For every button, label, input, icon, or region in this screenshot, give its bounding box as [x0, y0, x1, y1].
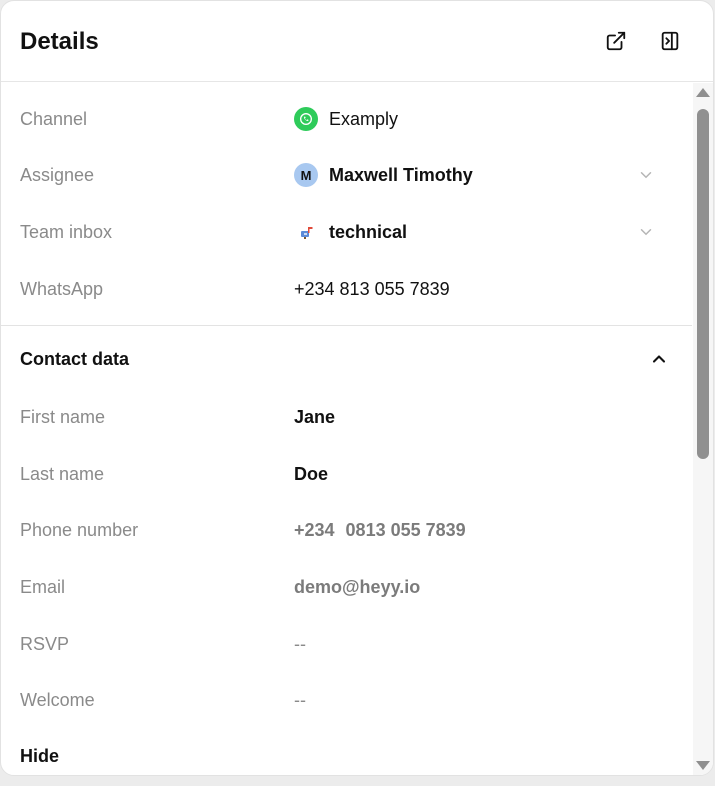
details-scroll-area[interactable]: Channel Exampl​y Assignee M Maxwell Timo… [1, 83, 692, 775]
channel-label: Channel [20, 109, 88, 129]
scrollbar[interactable] [693, 83, 713, 775]
section-divider [1, 325, 692, 326]
welcome-row[interactable]: Welcome -- [1, 685, 692, 715]
welcome-value[interactable]: -- [294, 685, 306, 715]
collapse-panel-button[interactable] [658, 29, 682, 53]
first-name-row[interactable]: First name Jane [1, 402, 692, 432]
channel-row: Channel Exampl​y [1, 104, 692, 134]
panel-collapse-icon [661, 31, 679, 51]
phone-value[interactable]: +234 0813 055 7839 [294, 515, 466, 545]
welcome-label: Welcome [20, 690, 95, 710]
whatsapp-number: +234 813 055 7839 [294, 278, 450, 299]
team-inbox-name: technical [329, 221, 408, 242]
phone-number[interactable]: 0813 055 7839 [346, 520, 466, 541]
assignee-value[interactable]: M Maxwell Timothy [294, 160, 473, 190]
phone-country-code[interactable]: +234 [294, 520, 335, 541]
whatsapp-icon [294, 107, 318, 131]
avatar: M [294, 163, 318, 187]
external-link-icon [606, 31, 626, 51]
panel-header: Details [1, 1, 713, 82]
phone-label: Phone number [20, 520, 139, 540]
rsvp-label: RSVP [20, 634, 70, 654]
details-panel: Details Channel [0, 0, 714, 776]
channel-name: Exampl​y [329, 108, 399, 129]
rsvp-value[interactable]: -- [294, 629, 306, 659]
first-name-value[interactable]: Jane [294, 402, 335, 432]
team-inbox-label: Team inbox [20, 222, 113, 242]
phone-row[interactable]: Phone number +234 0813 055 7839 [1, 515, 692, 545]
email-label: Email [20, 577, 66, 597]
hide-button[interactable]: Hide [20, 746, 59, 767]
assignee-name: Maxwell Timothy [329, 164, 473, 185]
rsvp-row[interactable]: RSVP -- [1, 629, 692, 659]
first-name-label: First name [20, 407, 106, 427]
whatsapp-row: WhatsApp +234 813 055 7839 [1, 274, 692, 304]
chevron-up-icon[interactable] [649, 349, 669, 369]
email-row[interactable]: Email demo@heyy.io [1, 572, 692, 602]
team-inbox-row[interactable]: Team inbox technical [1, 217, 692, 247]
whatsapp-label: WhatsApp [20, 279, 104, 299]
last-name-label: Last name [20, 464, 105, 484]
last-name-row[interactable]: Last name Doe [1, 459, 692, 489]
mailbox-icon [294, 220, 318, 244]
email-value[interactable]: demo@heyy.io [294, 572, 420, 602]
scrollbar-thumb[interactable] [697, 109, 709, 459]
assignee-row[interactable]: Assignee M Maxwell Timothy [1, 160, 692, 190]
page-title: Details [20, 28, 99, 55]
scroll-down-arrow[interactable] [696, 761, 710, 770]
assignee-label: Assignee [20, 165, 95, 185]
chevron-down-icon[interactable] [637, 223, 655, 241]
channel-value: Exampl​y [294, 104, 398, 134]
contact-data-title: Contact data [20, 349, 130, 369]
open-external-button[interactable] [604, 29, 628, 53]
scroll-up-arrow[interactable] [696, 88, 710, 97]
chevron-down-icon[interactable] [637, 166, 655, 184]
team-inbox-value[interactable]: technical [294, 217, 407, 247]
last-name-value[interactable]: Doe [294, 459, 328, 489]
